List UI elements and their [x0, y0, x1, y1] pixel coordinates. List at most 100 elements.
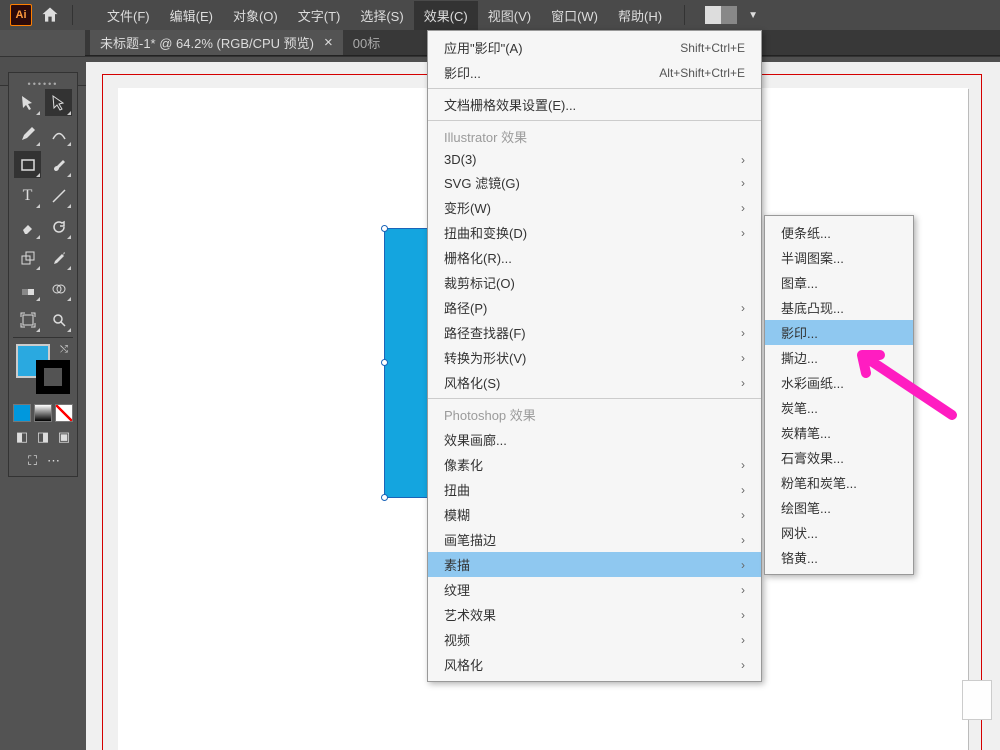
submenu-item[interactable]: 半调图案... — [765, 245, 913, 270]
menu-item[interactable]: 像素化› — [428, 452, 761, 477]
none-mode[interactable] — [55, 404, 73, 422]
submenu-item[interactable]: 水彩画纸... — [765, 370, 913, 395]
menu-type[interactable]: 文字(T) — [288, 1, 351, 30]
submenu-item[interactable]: 炭精笔... — [765, 420, 913, 445]
menu-item[interactable]: 视频› — [428, 627, 761, 652]
menu-item[interactable]: 3D(3)› — [428, 149, 761, 170]
submenu-item[interactable]: 网状... — [765, 520, 913, 545]
scale-tool[interactable] — [14, 244, 41, 271]
submenu-item[interactable]: 便条纸... — [765, 220, 913, 245]
draw-inside-icon[interactable]: ▣ — [55, 428, 73, 446]
menu-item[interactable]: 裁剪标记(O) — [428, 270, 761, 295]
tools-panel: •••••• T ⤭ ◧ ◨ — [8, 72, 78, 477]
menu-window[interactable]: 窗口(W) — [541, 1, 608, 30]
chevron-right-icon: › — [741, 301, 745, 315]
chevron-right-icon: › — [741, 376, 745, 390]
chevron-right-icon: › — [741, 558, 745, 572]
menu-item[interactable]: 栅格化(R)... — [428, 245, 761, 270]
line-tool[interactable] — [45, 182, 72, 209]
menu-bar: 文件(F) 编辑(E) 对象(O) 文字(T) 选择(S) 效果(C) 视图(V… — [97, 1, 672, 30]
workspace-switcher-icon[interactable] — [705, 6, 737, 24]
tab-inactive-document[interactable]: 00标 — [343, 30, 390, 55]
effect-menu-dropdown: 应用"影印"(A)Shift+Ctrl+E影印...Alt+Shift+Ctrl… — [427, 30, 762, 682]
selection-handle[interactable] — [381, 359, 388, 366]
tab-active-document[interactable]: 未标题-1* @ 64.2% (RGB/CPU 预览) × — [90, 30, 343, 55]
menu-item[interactable]: 扭曲› — [428, 477, 761, 502]
artboard-tool[interactable] — [14, 306, 41, 333]
draw-normal-icon[interactable]: ◧ — [13, 428, 31, 446]
edit-toolbar-icon[interactable]: ⋯ — [45, 452, 63, 470]
submenu-item[interactable]: 影印... — [765, 320, 913, 345]
menu-item[interactable]: 应用"影印"(A)Shift+Ctrl+E — [428, 35, 761, 60]
sketch-submenu: 便条纸...半调图案...图章...基底凸现...影印...撕边...水彩画纸.… — [764, 215, 914, 575]
menu-item[interactable]: 纹理› — [428, 577, 761, 602]
menu-item[interactable]: 扭曲和变换(D)› — [428, 220, 761, 245]
chevron-down-icon[interactable]: ▼ — [748, 10, 758, 21]
stroke-swatch[interactable] — [36, 360, 70, 394]
menu-item[interactable]: 影印...Alt+Shift+Ctrl+E — [428, 60, 761, 85]
gradient-tool[interactable] — [14, 275, 41, 302]
chevron-right-icon: › — [741, 226, 745, 240]
selection-handle[interactable] — [381, 225, 388, 232]
close-icon[interactable]: × — [324, 34, 333, 51]
menu-item[interactable]: 转换为形状(V)› — [428, 345, 761, 370]
draw-behind-icon[interactable]: ◨ — [34, 428, 52, 446]
chevron-right-icon: › — [741, 583, 745, 597]
fill-stroke-swatches[interactable]: ⤭ — [16, 344, 70, 394]
submenu-item[interactable]: 绘图笔... — [765, 495, 913, 520]
menu-item[interactable]: 艺术效果› — [428, 602, 761, 627]
type-tool[interactable]: T — [14, 182, 41, 209]
menu-item[interactable]: 风格化› — [428, 652, 761, 677]
submenu-item[interactable]: 石膏效果... — [765, 445, 913, 470]
swap-icon[interactable]: ⤭ — [60, 344, 68, 355]
shape-builder-tool[interactable] — [45, 275, 72, 302]
submenu-item[interactable]: 图章... — [765, 270, 913, 295]
panel-grip[interactable]: •••••• — [13, 79, 73, 85]
rotate-tool[interactable] — [45, 213, 72, 240]
curvature-tool[interactable] — [45, 120, 72, 147]
menu-effect[interactable]: 效果(C) — [414, 1, 478, 30]
submenu-item[interactable]: 炭笔... — [765, 395, 913, 420]
rectangle-tool[interactable] — [14, 151, 41, 178]
menu-help[interactable]: 帮助(H) — [608, 1, 672, 30]
app-logo: Ai — [10, 4, 32, 26]
menu-edit[interactable]: 编辑(E) — [160, 1, 223, 30]
direct-selection-tool[interactable] — [45, 89, 72, 116]
floating-panel[interactable] — [962, 680, 992, 720]
menu-item[interactable]: 画笔描边› — [428, 527, 761, 552]
gradient-mode[interactable] — [34, 404, 52, 422]
submenu-item[interactable]: 基底凸现... — [765, 295, 913, 320]
menu-item[interactable]: 变形(W)› — [428, 195, 761, 220]
menu-item[interactable]: 风格化(S)› — [428, 370, 761, 395]
menu-item[interactable]: 路径查找器(F)› — [428, 320, 761, 345]
title-bar: Ai 文件(F) 编辑(E) 对象(O) 文字(T) 选择(S) 效果(C) 视… — [0, 0, 1000, 30]
color-mode[interactable] — [13, 404, 31, 422]
selection-tool[interactable] — [14, 89, 41, 116]
chevron-right-icon: › — [741, 658, 745, 672]
submenu-item[interactable]: 粉笔和炭笔... — [765, 470, 913, 495]
menu-item[interactable]: 模糊› — [428, 502, 761, 527]
menu-item: Illustrator 效果 — [428, 124, 761, 149]
menu-file[interactable]: 文件(F) — [97, 1, 160, 30]
zoom-tool[interactable] — [45, 306, 72, 333]
menu-view[interactable]: 视图(V) — [478, 1, 541, 30]
tab-label: 未标题-1* @ 64.2% (RGB/CPU 预览) — [100, 33, 314, 52]
menu-item[interactable]: 文档栅格效果设置(E)... — [428, 92, 761, 117]
submenu-item[interactable]: 撕边... — [765, 345, 913, 370]
menu-item[interactable]: 素描› — [428, 552, 761, 577]
menu-item: Photoshop 效果 — [428, 402, 761, 427]
selection-handle[interactable] — [381, 494, 388, 501]
menu-item[interactable]: SVG 滤镜(G)› — [428, 170, 761, 195]
menu-item[interactable]: 效果画廊... — [428, 427, 761, 452]
pen-tool[interactable] — [14, 120, 41, 147]
eraser-tool[interactable] — [14, 213, 41, 240]
screen-mode-icon[interactable]: ⛶ — [24, 452, 42, 470]
menu-item[interactable]: 路径(P)› — [428, 295, 761, 320]
menu-object[interactable]: 对象(O) — [223, 1, 288, 30]
chevron-right-icon: › — [741, 201, 745, 215]
menu-select[interactable]: 选择(S) — [350, 1, 413, 30]
eyedropper-tool[interactable] — [45, 244, 72, 271]
paintbrush-tool[interactable] — [45, 151, 72, 178]
home-icon[interactable] — [40, 5, 60, 25]
submenu-item[interactable]: 铬黄... — [765, 545, 913, 570]
